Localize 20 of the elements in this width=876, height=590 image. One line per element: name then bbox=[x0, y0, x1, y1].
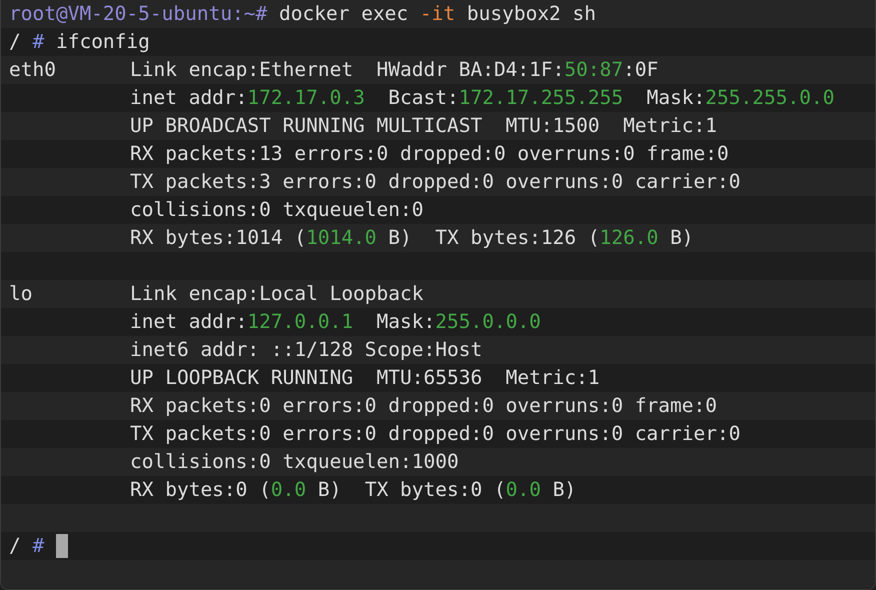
terminal-line: / # bbox=[9, 533, 44, 559]
terminal-line: Link encap:Ethernet HWaddr BA:D4:1F:50:87:0F bbox=[130, 57, 658, 83]
terminal-line: collisions:0 txqueuelen:1000 bbox=[130, 449, 459, 475]
terminal-line: inet addr:172.17.0.3 Bcast:172.17.255.255 Mask:255.255.0.0 bbox=[130, 85, 834, 111]
terminal-line: UP BROADCAST RUNNING MULTICAST MTU:1500 Metric:1 bbox=[130, 113, 717, 139]
terminal-line: UP LOOPBACK RUNNING MTU:65536 Metric:1 bbox=[130, 365, 600, 391]
terminal-line: inet6 addr: ::1/128 Scope:Host bbox=[130, 337, 482, 363]
interface-name: lo bbox=[9, 282, 32, 305]
terminal-line: Link encap:Local Loopback bbox=[130, 281, 424, 307]
terminal-line: root@VM-20-5-ubuntu:~# docker exec -it busybox2 sh bbox=[9, 1, 596, 27]
terminal-line: RX packets:13 errors:0 dropped:0 overruns:0 frame:0 bbox=[130, 141, 729, 167]
terminal-line: / # ifconfig bbox=[9, 29, 150, 55]
interface-name: eth0 bbox=[9, 58, 56, 81]
terminal-line: collisions:0 txqueuelen:0 bbox=[130, 197, 424, 223]
terminal-line: RX packets:0 errors:0 dropped:0 overruns:0 frame:0 bbox=[130, 393, 717, 419]
terminal-line: TX packets:0 errors:0 dropped:0 overruns:0 carrier:0 bbox=[130, 421, 740, 447]
terminal-line: RX bytes:0 (0.0 B) TX bytes:0 (0.0 B) bbox=[130, 477, 576, 503]
terminal-line: inet addr:127.0.0.1 Mask:255.0.0.0 bbox=[130, 309, 541, 335]
terminal-line: TX packets:3 errors:0 dropped:0 overruns:0 carrier:0 bbox=[130, 169, 740, 195]
terminal-line: RX bytes:1014 (1014.0 B) TX bytes:126 (126.0 B) bbox=[130, 225, 694, 251]
